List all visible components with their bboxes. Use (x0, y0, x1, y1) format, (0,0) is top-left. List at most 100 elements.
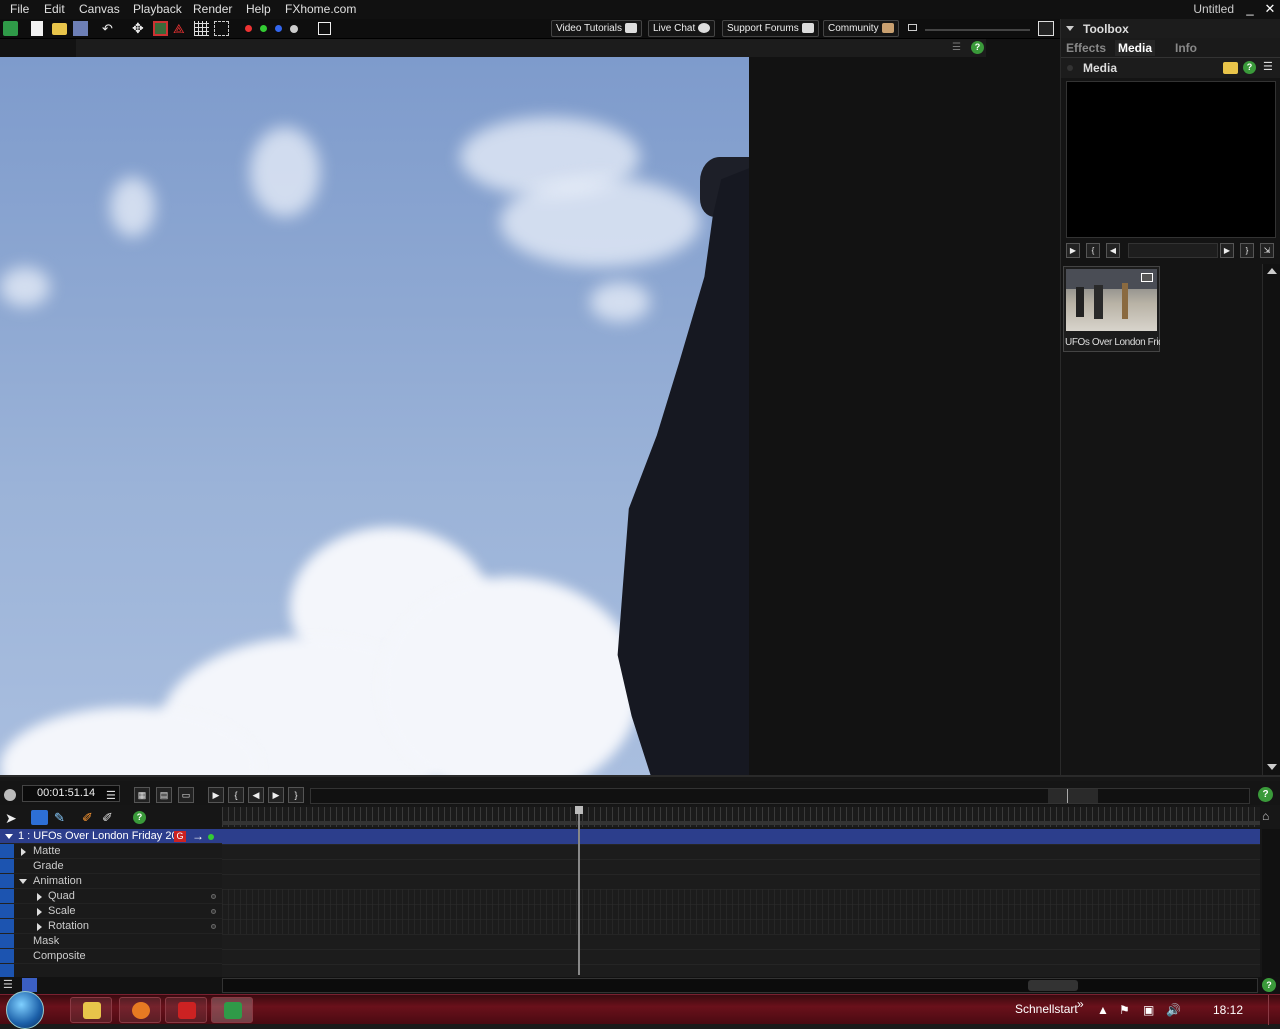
mark-out-icon[interactable]: } (1240, 243, 1254, 258)
red-channel-icon[interactable] (245, 25, 252, 32)
scroll-down-icon[interactable] (1267, 764, 1277, 770)
minimize-button[interactable]: _ (1242, 1, 1258, 17)
undo-icon[interactable]: ↶ (102, 21, 117, 36)
action-center-icon[interactable]: ⚑ (1119, 1003, 1130, 1017)
grid-icon[interactable] (194, 21, 209, 36)
collapse-icon[interactable] (1066, 26, 1074, 31)
expand-icon[interactable] (37, 908, 42, 916)
alpha-channel-icon[interactable] (290, 25, 298, 33)
menu-fxhome[interactable]: FXhome.com (285, 2, 356, 16)
zoom-slider[interactable] (925, 29, 1030, 31)
show-desktop-button[interactable] (1268, 995, 1280, 1025)
menu-render[interactable]: Render (193, 2, 232, 16)
timecode-menu-icon[interactable]: ☰ (106, 789, 116, 802)
open-folder-icon[interactable] (52, 23, 67, 35)
property-row[interactable]: Matte (0, 844, 222, 859)
property-row[interactable]: Animation (0, 874, 222, 889)
insert-icon[interactable]: ⇲ (1260, 243, 1274, 258)
visibility-icon[interactable] (208, 834, 214, 840)
composite-icon[interactable]: ▤ (156, 787, 172, 803)
layer-row[interactable]: 1 : UFOs Over London Friday 20 G → (0, 829, 222, 844)
viewer-menu-icon[interactable]: ☰ (952, 42, 963, 53)
support-forums-button[interactable]: Support Forums (722, 20, 819, 37)
play-icon[interactable]: ▶ (1066, 243, 1080, 258)
community-button[interactable]: Community (823, 20, 899, 37)
media-slider[interactable] (1128, 243, 1218, 258)
timeline-hscroll[interactable] (222, 978, 1258, 993)
tray-expand-icon[interactable]: ▲ (1097, 1003, 1109, 1017)
layer-add-icon[interactable]: ▦ (134, 787, 150, 803)
track-area[interactable] (222, 829, 1260, 977)
scrub-range[interactable] (1048, 789, 1098, 803)
menu-canvas[interactable]: Canvas (79, 2, 120, 16)
mark-in-icon[interactable]: { (228, 787, 244, 803)
next-frame-icon[interactable]: ▶ (1220, 243, 1234, 258)
help-icon[interactable]: ? (1243, 61, 1256, 74)
hscroll-thumb[interactable] (1028, 980, 1078, 991)
media-scrollbar[interactable] (1262, 264, 1280, 775)
start-button[interactable] (6, 991, 44, 1029)
playhead-handle[interactable] (575, 806, 583, 814)
menu-playback[interactable]: Playback (133, 2, 182, 16)
prev-frame-icon[interactable]: ◀ (1106, 243, 1120, 258)
video-canvas[interactable] (0, 57, 749, 775)
expand-icon[interactable] (37, 893, 42, 901)
rectangle-icon[interactable] (153, 21, 168, 36)
help-icon[interactable]: ? (1258, 787, 1273, 802)
property-row[interactable]: Rotation (0, 919, 222, 934)
timeline-options-icon[interactable] (4, 789, 16, 801)
scroll-up-icon[interactable] (1267, 268, 1277, 274)
next-frame-icon[interactable]: ▶ (268, 787, 284, 803)
timeline-vscroll[interactable] (1262, 829, 1280, 977)
zoom-small-icon[interactable] (908, 24, 917, 31)
expand-icon[interactable] (21, 848, 26, 856)
zoom-large-icon[interactable] (1038, 21, 1054, 36)
expand-icon[interactable] (37, 923, 42, 931)
property-row[interactable]: Composite (0, 949, 222, 964)
green-channel-icon[interactable] (260, 25, 267, 32)
volume-icon[interactable]: 🔊 (1166, 1003, 1181, 1017)
media-item[interactable]: UFOs Over London Frid (1063, 266, 1160, 352)
arrow-icon[interactable]: → (192, 829, 204, 844)
tab-info[interactable]: Info (1172, 40, 1200, 56)
menu-edit[interactable]: Edit (44, 2, 65, 16)
live-chat-button[interactable]: Live Chat (648, 20, 716, 37)
timeline-work-area[interactable] (222, 821, 1260, 825)
toolbox-header[interactable]: Toolbox (1061, 19, 1280, 38)
safe-area-icon[interactable] (214, 21, 229, 36)
help-icon[interactable]: ? (133, 811, 146, 824)
taskbar-explorer[interactable] (70, 997, 112, 1023)
select-tool-icon[interactable]: ➤ (5, 810, 17, 827)
help-icon[interactable]: ? (971, 41, 984, 54)
tab-effects[interactable]: Effects (1063, 40, 1109, 56)
taskbar-hitfilm[interactable] (211, 997, 253, 1023)
expand-icon[interactable] (5, 834, 13, 839)
playhead[interactable] (578, 807, 580, 975)
prev-frame-icon[interactable]: ◀ (248, 787, 264, 803)
slip-tool-icon[interactable] (31, 810, 48, 825)
taskbar-firefox[interactable] (119, 997, 161, 1023)
layer-mode-icon[interactable] (22, 978, 37, 992)
property-row[interactable]: Quad (0, 889, 222, 904)
path-icon[interactable]: ⟁ (173, 21, 188, 36)
pen-tool-icon[interactable]: ✎ (54, 810, 65, 826)
property-row[interactable]: Scale (0, 904, 222, 919)
folder-icon[interactable] (1223, 62, 1238, 74)
help-icon[interactable]: ? (1262, 978, 1276, 992)
brush-tool-icon[interactable]: ✐ (82, 810, 93, 826)
menu-icon[interactable]: ☰ (1263, 60, 1273, 73)
property-row[interactable]: Grade (0, 859, 222, 874)
timeline-scrub-bar[interactable] (310, 788, 1250, 804)
network-icon[interactable]: ▣ (1143, 1003, 1154, 1017)
list-icon[interactable]: ☰ (3, 978, 13, 991)
video-tutorials-button[interactable]: Video Tutorials (551, 20, 642, 37)
mark-in-icon[interactable]: { (1086, 243, 1100, 258)
clock[interactable]: 18:12 (1213, 1003, 1243, 1017)
taskbar-app[interactable] (165, 997, 207, 1023)
eraser-tool-icon[interactable]: ✐ (102, 810, 113, 826)
quickstart-chevron-icon[interactable]: » (1077, 997, 1084, 1011)
media-preview[interactable] (1066, 81, 1276, 238)
new-file-icon[interactable] (31, 21, 43, 36)
tab-media[interactable]: Media (1115, 40, 1156, 56)
fullscreen-icon[interactable] (318, 22, 331, 35)
